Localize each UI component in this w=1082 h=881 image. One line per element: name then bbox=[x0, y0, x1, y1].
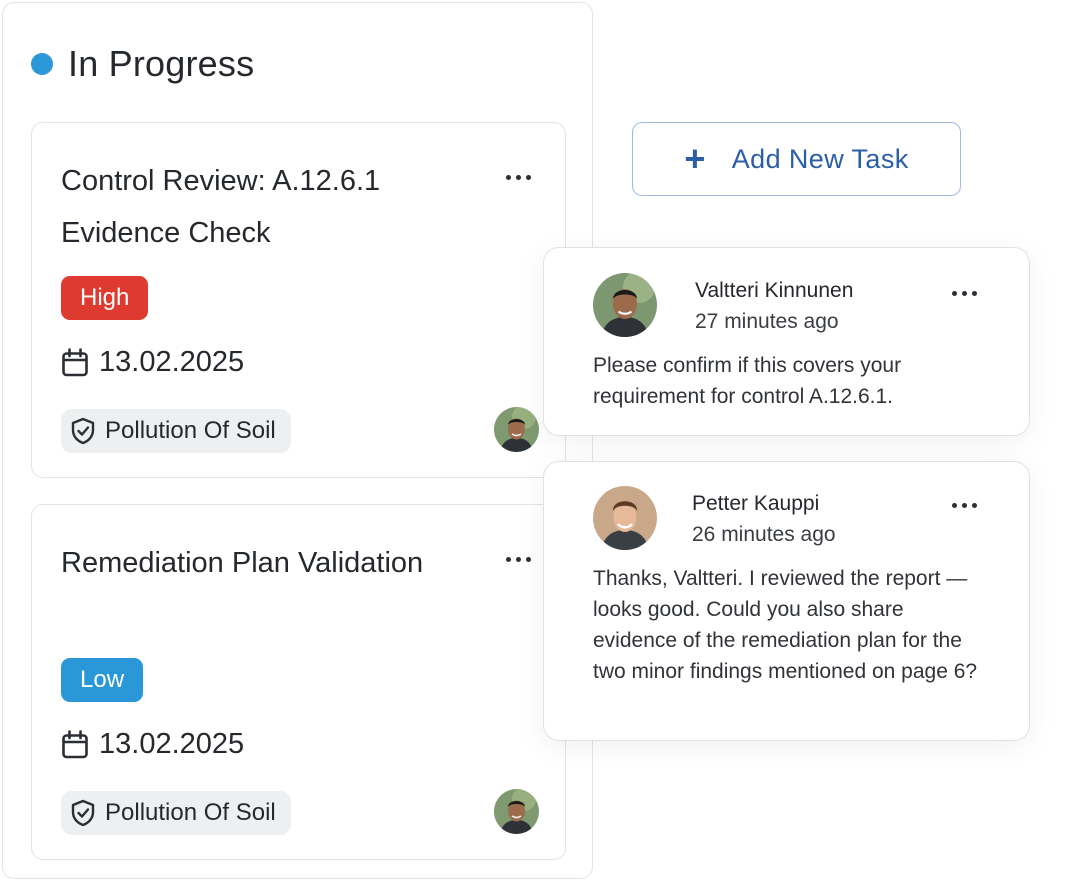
due-date-text: 13.02.2025 bbox=[99, 728, 245, 760]
plus-icon: + bbox=[684, 138, 706, 179]
comment-time: 27 minutes ago bbox=[695, 310, 839, 333]
avatar[interactable] bbox=[593, 273, 657, 337]
column-title: In Progress bbox=[68, 43, 255, 84]
category-tag-label: Pollution Of Soil bbox=[105, 799, 276, 826]
task-card[interactable]: Control Review: A.12.6.1 Evidence Check … bbox=[31, 122, 566, 478]
more-icon[interactable] bbox=[506, 557, 531, 562]
avatar[interactable] bbox=[593, 486, 657, 550]
comment-time: 26 minutes ago bbox=[692, 523, 836, 546]
more-icon[interactable] bbox=[952, 291, 977, 296]
status-dot-icon bbox=[31, 53, 53, 75]
category-tag[interactable]: Pollution Of Soil bbox=[61, 409, 291, 453]
add-new-task-button[interactable]: + Add New Task bbox=[632, 122, 961, 196]
shield-check-icon bbox=[71, 799, 95, 827]
column-header: In Progress bbox=[31, 43, 254, 85]
due-date-text: 13.02.2025 bbox=[99, 346, 245, 378]
shield-check-icon bbox=[71, 417, 95, 445]
due-date: 13.02.2025 bbox=[61, 728, 244, 761]
comment-author: Valtteri Kinnunen bbox=[695, 279, 854, 302]
category-tag-label: Pollution Of Soil bbox=[105, 417, 276, 444]
priority-badge: Low bbox=[61, 658, 144, 702]
more-icon[interactable] bbox=[952, 503, 977, 508]
priority-badge: High bbox=[61, 276, 149, 320]
task-title: Control Review: A.12.6.1 Evidence Check bbox=[61, 165, 381, 249]
task-title: Remediation Plan Validation bbox=[61, 547, 424, 579]
comment-text: Please confirm if this covers your requi… bbox=[593, 354, 902, 408]
in-progress-column: In Progress Control Review: A.12.6.1 Evi… bbox=[2, 2, 593, 879]
comment-author: Petter Kauppi bbox=[692, 492, 820, 515]
category-tag[interactable]: Pollution Of Soil bbox=[61, 791, 291, 835]
comment-card: Valtteri Kinnunen 27 minutes ago Please … bbox=[543, 247, 1030, 436]
task-card[interactable]: Remediation Plan Validation Low 13.02.20… bbox=[31, 504, 566, 860]
calendar-icon bbox=[62, 729, 88, 758]
more-icon[interactable] bbox=[506, 175, 531, 180]
assignee-avatar[interactable] bbox=[494, 789, 539, 834]
add-new-task-label: Add New Task bbox=[731, 143, 909, 174]
comment-card: Petter Kauppi 26 minutes ago Thanks, Val… bbox=[543, 461, 1030, 741]
assignee-avatar[interactable] bbox=[494, 407, 539, 452]
comment-text: Thanks, Valtteri. I reviewed the report … bbox=[593, 567, 978, 683]
due-date: 13.02.2025 bbox=[61, 346, 244, 379]
calendar-icon bbox=[62, 347, 88, 376]
